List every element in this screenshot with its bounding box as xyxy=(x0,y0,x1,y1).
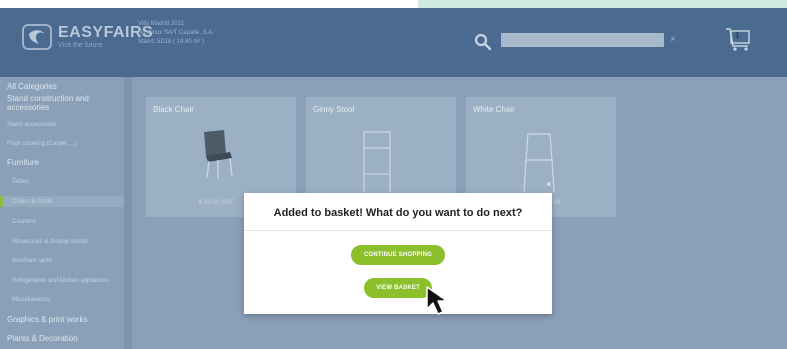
view-basket-button[interactable]: VIEW BASKET xyxy=(364,278,432,298)
sidebar-item-showcases[interactable]: Showcases & display stands xyxy=(12,239,88,245)
sidebar-item-furniture[interactable]: Furniture xyxy=(7,158,39,167)
sidebar-item-stand-construction[interactable]: Stand construction and accessories xyxy=(7,94,119,112)
dialog-divider xyxy=(244,230,552,231)
sidebar-item-stand-accessories[interactable]: Stand accessories xyxy=(7,122,56,128)
product-price: .06 xyxy=(552,200,561,206)
sidebar-item-graphics[interactable]: Graphics & print works xyxy=(7,315,87,324)
stand-info: Vitis Madrid 2021 Nicolinux SA/T Capalle… xyxy=(138,20,214,47)
sidebar-scrollbar[interactable] xyxy=(124,77,132,349)
search-icon[interactable] xyxy=(474,33,492,51)
black-chair-image xyxy=(204,130,233,179)
sidebar-item-tables[interactable]: Tables xyxy=(12,179,29,185)
product-title: Black Chair xyxy=(153,105,194,114)
basket-count: 1 xyxy=(735,31,740,40)
stand-info-company: Nicolinux SA/T Capalle, S.A. xyxy=(138,30,214,36)
ginny-stool-image xyxy=(363,131,391,192)
category-sidebar xyxy=(0,77,124,349)
sidebar-item-brochure-racks[interactable]: Brochure racks xyxy=(12,258,52,264)
continue-shopping-button[interactable]: CONTINUE SHOPPING xyxy=(351,245,445,265)
dialog-title: Added to basket! What do you want to do … xyxy=(273,207,523,219)
product-title: Ginny Stool xyxy=(313,105,355,114)
white-chair-image xyxy=(523,133,555,193)
sidebar-item-floor-covering[interactable]: Floor covering (Carpet, ...) xyxy=(7,141,77,147)
stand-info-event: Vitis Madrid 2021 xyxy=(138,21,185,27)
sidebar-item-miscellaneous[interactable]: Miscellaneous xyxy=(12,297,50,303)
product-price: € 33.00 (VAT xyxy=(199,200,234,206)
logo-badge-icon xyxy=(22,24,52,50)
dialog-close-icon[interactable]: × xyxy=(546,179,551,189)
sidebar-active-indicator xyxy=(0,196,3,207)
sidebar-item-chairs-stools[interactable]: Chairs & stools xyxy=(12,199,52,205)
easyfairs-logo[interactable]: EASYFAIRS Visit the future xyxy=(22,24,153,50)
search-input[interactable] xyxy=(501,33,664,47)
sidebar-item-refrigeration[interactable]: Refrigeration and kitchen appliances xyxy=(12,278,109,284)
sidebar-item-plants[interactable]: Plants & Decoration xyxy=(7,334,78,343)
mouse-cursor-icon xyxy=(426,286,448,315)
top-accent-strip xyxy=(418,0,787,8)
product-title: White Chair xyxy=(473,105,515,114)
stand-info-stand: Stand: 5D18 ( 14.80 m² ) xyxy=(138,39,205,45)
added-to-basket-dialog: Added to basket! What do you want to do … xyxy=(244,193,552,314)
sidebar-item-counters[interactable]: Counters xyxy=(12,219,36,225)
sidebar-item-all-categories[interactable]: All Categories xyxy=(7,82,57,91)
search-clear-icon[interactable]: × xyxy=(670,34,676,45)
